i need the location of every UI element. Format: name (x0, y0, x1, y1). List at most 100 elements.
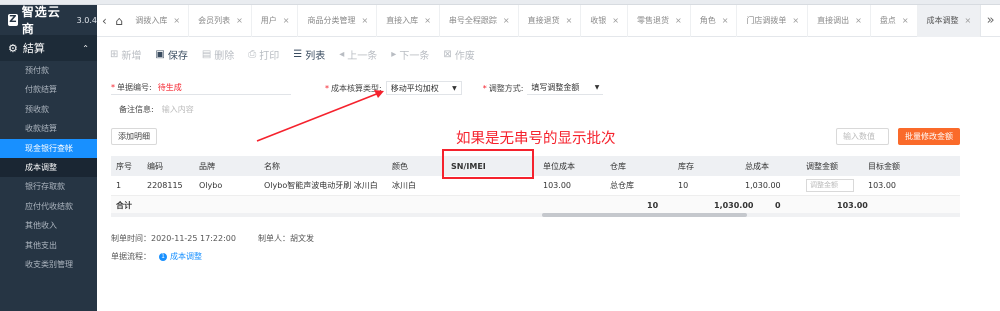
tab-cashier[interactable]: 收银 × (581, 4, 628, 37)
adjust-amount-input[interactable]: 调整金额 (806, 179, 854, 192)
close-icon[interactable]: × (855, 16, 862, 25)
tab-user[interactable]: 用户 × (252, 4, 299, 37)
required-mark: * (482, 83, 487, 93)
adjust-mode-field: * 调整方式: 填写调整金额 ▼ (483, 81, 604, 95)
sidebar-item-receipt-settlement[interactable]: 收款结算 (0, 119, 97, 138)
amount-input[interactable]: 输入数值 (836, 128, 889, 145)
sidebar-item-bank-deposit[interactable]: 银行存取款 (0, 177, 97, 196)
sidebar-item-prepayment[interactable]: 预付款 (0, 61, 97, 80)
list-icon: ☰ (293, 49, 303, 60)
close-icon[interactable]: × (612, 16, 619, 25)
tab-direct-in[interactable]: 直接入库 × (377, 4, 440, 37)
tab-label: 角色 (699, 15, 716, 25)
sidebar-item-advance-receipt[interactable]: 预收款 (0, 100, 97, 119)
doc-meta: 制单时间：2020-11-25 17:22:00 制单人：胡文发 (111, 233, 314, 244)
list-label: 列表 (305, 51, 326, 62)
flow-link-label: 成本调整 (170, 252, 202, 261)
tab-label: 成本调整 (926, 15, 959, 25)
close-icon[interactable]: × (361, 16, 368, 25)
close-icon[interactable]: × (424, 16, 431, 25)
tab-label: 直接退货 (527, 15, 560, 25)
void-icon: ⊠ (443, 49, 452, 60)
cell-stock: 10 (678, 181, 689, 190)
save-label: 保存 (167, 51, 188, 62)
tab-stocktake[interactable]: 盘点 × (871, 4, 918, 37)
flow-link[interactable]: 1 成本调整 (159, 251, 202, 262)
col-header: 调整金额 (806, 161, 838, 171)
tab-serial-tracking[interactable]: 串号全程跟踪 × (440, 4, 519, 37)
tab-direct-out[interactable]: 直接调出 × (808, 4, 871, 37)
cost-type-select[interactable]: 移动平均加权 ▼ (385, 81, 462, 95)
prev-button[interactable]: ◂ 上一条 (339, 47, 377, 62)
tab-label: 直接调出 (817, 15, 850, 25)
sidebar-item-cash-bank[interactable]: 现金银行查帐 (0, 138, 97, 158)
sidebar-item-category-manage[interactable]: 收支类别管理 (0, 255, 97, 274)
sidebar-item-payment-settlement[interactable]: 付款结算 (0, 80, 97, 99)
app-name: 智选云商 (21, 5, 61, 36)
adjust-mode-select[interactable]: 填写调整金额 ▼ (527, 81, 604, 95)
tab-direct-return[interactable]: 直接退货 × (519, 4, 582, 37)
close-icon[interactable]: × (965, 16, 972, 25)
tab-bar: ‹ ⌂ 调拨入库 × 会员列表 × 用户 × 商品分类管理 × 直接入库 × 串号全程跟踪… (97, 4, 1000, 37)
add-detail-button[interactable]: 添加明细 (111, 128, 157, 145)
tab-cost-adjust[interactable]: 成本调整 × (917, 4, 981, 37)
annotation-text: 如果是无串号的显示批次 (456, 131, 616, 147)
col-header: 名称 (264, 161, 280, 171)
close-icon[interactable]: × (173, 16, 180, 25)
tab-product-category[interactable]: 商品分类管理 × (298, 4, 378, 37)
cell-target: 103.00 (868, 181, 896, 190)
cost-type-label: 成本核算类型: (331, 83, 382, 93)
sidebar-section-label: 結算 (22, 42, 45, 55)
cell-name: Olybo智能声波电动牙刷 冰川白 (264, 181, 378, 190)
list-button[interactable]: ☰ 列表 (293, 47, 325, 62)
adjust-mode-value: 填写调整金额 (531, 83, 580, 92)
next-button[interactable]: ▸ 下一条 (391, 47, 429, 62)
close-icon[interactable]: × (283, 16, 290, 25)
settlement-icon: ⚙ (8, 41, 18, 55)
void-button[interactable]: ⊠ 作废 (443, 47, 474, 62)
col-header: 仓库 (610, 161, 626, 171)
cost-type-field: * 成本核算类型: 移动平均加权 ▼ (325, 81, 462, 95)
tab-store-transfer[interactable]: 门店调拨单 × (737, 4, 809, 37)
cell-unit-cost: 103.00 (543, 181, 571, 190)
tab-retail-return[interactable]: 零售退货 × (628, 4, 691, 37)
tab-member-list[interactable]: 会员列表 × (189, 4, 252, 37)
sidebar-item-other-income[interactable]: 其他收入 (0, 216, 97, 235)
close-icon[interactable]: × (675, 16, 682, 25)
delete-button[interactable]: ▤ 删除 (202, 47, 234, 62)
tab-label: 用户 (260, 15, 277, 25)
remark-input[interactable]: 输入内容 (162, 104, 194, 115)
cell-brand: Olybo (199, 181, 223, 190)
close-icon[interactable]: × (792, 16, 799, 25)
tab-more-icon[interactable]: » (980, 4, 1000, 37)
next-label: 下一条 (399, 51, 430, 62)
print-button[interactable]: ⎙ 打印 (248, 47, 279, 62)
new-button[interactable]: ⊞ 新增 (110, 47, 141, 62)
tab-scroll-left-icon[interactable]: ‹ (97, 14, 112, 28)
prev-label: 上一条 (347, 51, 378, 62)
delete-label: 删除 (214, 51, 235, 62)
sidebar-item-cost-adjust[interactable]: 成本调整 (0, 157, 97, 178)
close-icon[interactable]: × (566, 16, 573, 25)
cell-adjust: 调整金额 (801, 179, 863, 192)
batch-modify-button[interactable]: 批量修改金额 (898, 128, 960, 145)
caret-down-icon: ▼ (452, 84, 457, 92)
sidebar-item-other-expense[interactable]: 其他支出 (0, 236, 97, 255)
sidebar-section-settlement[interactable]: ⚙ 結算 ⌃ (0, 35, 97, 61)
tab-label: 收银 (590, 15, 607, 25)
table-header: 序号 编码 品牌 名称 颜色 SN/IMEI 单位成本 仓库 库存 总成本 调整… (111, 156, 960, 176)
table-scrollbar[interactable] (542, 213, 747, 217)
tab-role[interactable]: 角色 × (691, 4, 738, 37)
tab-label: 零售退货 (637, 15, 669, 25)
save-button[interactable]: ▣ 保存 (155, 47, 187, 62)
flow-step-icon: 1 (159, 252, 167, 261)
home-icon[interactable]: ⌂ (112, 14, 127, 28)
close-icon[interactable]: × (503, 16, 510, 25)
col-header: 序号 (116, 161, 132, 171)
table-row[interactable]: 1 2208115 Olybo Olybo智能声波电动牙刷 冰川白 冰川白 10… (111, 176, 960, 196)
close-icon[interactable]: × (236, 16, 243, 25)
sidebar-item-payable-collect[interactable]: 应付代收结款 (0, 197, 97, 216)
tab-transfer-in[interactable]: 调拨入库 × (126, 4, 190, 37)
close-icon[interactable]: × (722, 16, 729, 25)
close-icon[interactable]: × (902, 16, 909, 25)
